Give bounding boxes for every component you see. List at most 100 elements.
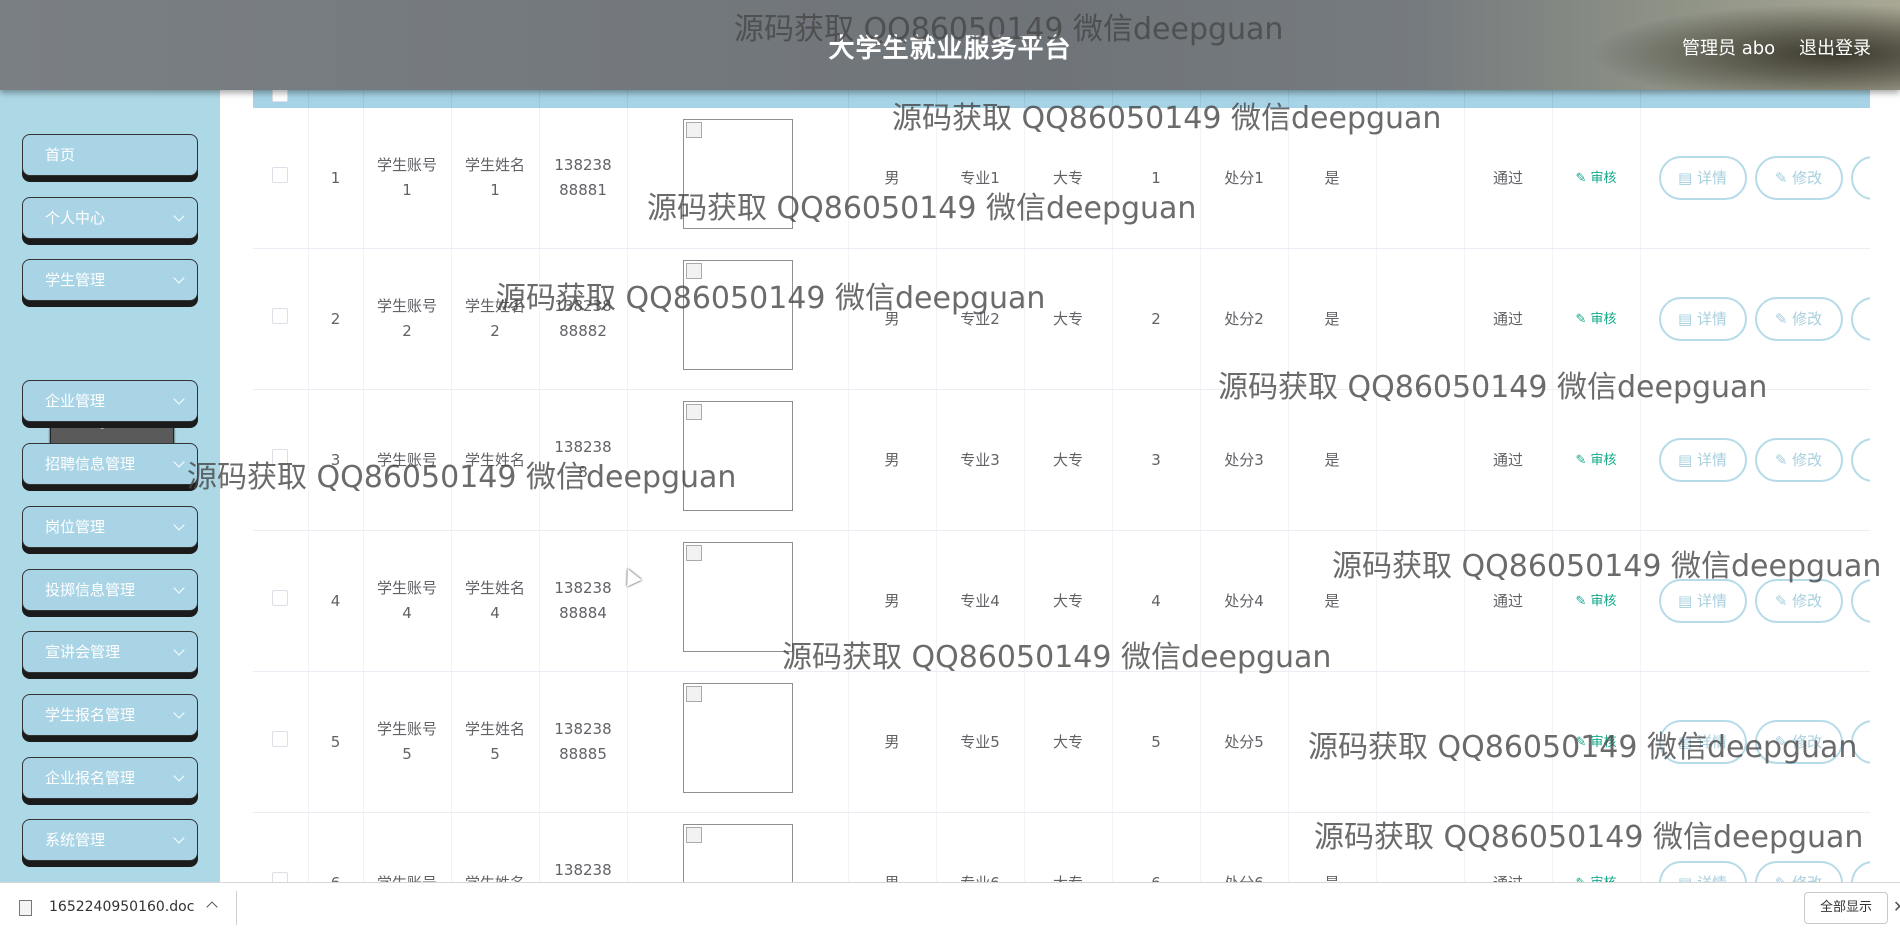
document-icon: ▤ bbox=[1678, 310, 1693, 328]
audit-button[interactable]: ✎ 审核 bbox=[1575, 594, 1616, 609]
cell-index: 3 bbox=[308, 389, 364, 531]
student-photo bbox=[682, 683, 793, 793]
cell-grade: 1 bbox=[1112, 108, 1201, 249]
sidebar-item-company-signup-management[interactable]: 企业报名管理 bbox=[22, 757, 198, 799]
cell-index: 1 bbox=[308, 108, 364, 249]
show-all-button[interactable]: 全部显示 bbox=[1804, 892, 1888, 924]
audit-button[interactable]: ✎ 审核 bbox=[1575, 312, 1616, 327]
sidebar-item-student-signup-management[interactable]: 学生报名管理 bbox=[22, 694, 198, 736]
sidebar-item-home[interactable]: 首页 bbox=[22, 134, 198, 176]
sidebar-item-label: 岗位管理 bbox=[45, 518, 106, 536]
audit-label: 审核 bbox=[1590, 735, 1617, 750]
sidebar-item-label: 学生管理 bbox=[45, 271, 106, 289]
cell-flag: 是 bbox=[1288, 530, 1377, 672]
cell-major: 专业6 bbox=[936, 812, 1025, 882]
cell-name: 学生姓名5 bbox=[451, 671, 540, 813]
cell-status: 通过 bbox=[1464, 248, 1553, 390]
sidebar-item-system-management[interactable]: 系统管理 bbox=[22, 819, 198, 861]
delete-button[interactable] bbox=[1850, 861, 1870, 882]
sidebar-item-company-management[interactable]: 企业管理 bbox=[22, 380, 198, 422]
detail-button[interactable]: ▤ 详情 bbox=[1658, 579, 1747, 623]
cell-name: 学生姓名2 bbox=[451, 248, 540, 390]
delete-button[interactable] bbox=[1850, 720, 1870, 764]
sidebar-item-label: 宣讲会管理 bbox=[45, 643, 121, 661]
row-checkbox[interactable] bbox=[272, 166, 289, 183]
detail-button[interactable]: ▤ 详情 bbox=[1658, 438, 1747, 482]
sidebar-item-recruitment-management[interactable]: 招聘信息管理 bbox=[22, 443, 198, 485]
cell-photo bbox=[627, 248, 849, 390]
sidebar-item-personal-center[interactable]: 个人中心 bbox=[22, 197, 198, 239]
delete-button[interactable] bbox=[1850, 156, 1870, 200]
edit-icon: ✎ bbox=[1774, 310, 1788, 328]
document-icon bbox=[19, 900, 32, 916]
cell-reply bbox=[1376, 389, 1465, 531]
edit-button[interactable]: ✎ 修改 bbox=[1754, 861, 1843, 882]
detail-label: 详情 bbox=[1696, 592, 1727, 610]
edit-button[interactable]: ✎ 修改 bbox=[1754, 579, 1843, 623]
cell-reply bbox=[1376, 671, 1465, 813]
cell-photo bbox=[627, 389, 849, 531]
download-filename[interactable]: 1652240950160.doc bbox=[49, 899, 194, 915]
document-icon: ▤ bbox=[1678, 451, 1693, 469]
cell-account: 学生账号 bbox=[363, 812, 452, 882]
chevron-down-icon bbox=[173, 644, 185, 656]
row-checkbox[interactable] bbox=[272, 589, 289, 606]
edit-button[interactable]: ✎ 修改 bbox=[1754, 438, 1843, 482]
detail-button[interactable]: ▤ 详情 bbox=[1658, 297, 1747, 341]
row-checkbox[interactable] bbox=[272, 448, 289, 465]
cell-major: 专业2 bbox=[936, 248, 1025, 390]
edit-button[interactable]: ✎ 修改 bbox=[1754, 720, 1843, 764]
audit-button[interactable]: ✎ 审核 bbox=[1575, 735, 1616, 750]
checkbox-cell[interactable] bbox=[253, 389, 309, 531]
cell-gender: 男 bbox=[848, 671, 937, 813]
delete-button[interactable] bbox=[1850, 438, 1870, 482]
cell-photo bbox=[627, 812, 849, 882]
detail-button[interactable]: ▤ 详情 bbox=[1658, 156, 1747, 200]
close-icon[interactable]: ✕ bbox=[1893, 897, 1900, 916]
edit-icon: ✎ bbox=[1575, 312, 1587, 327]
logout-link[interactable]: 退出登录 bbox=[1799, 34, 1871, 60]
delete-button[interactable] bbox=[1850, 579, 1870, 623]
audit-label: 审核 bbox=[1590, 453, 1617, 468]
checkbox-cell[interactable] bbox=[253, 248, 309, 390]
cell-audit: ✎ 审核 bbox=[1552, 108, 1641, 249]
checkbox-cell[interactable] bbox=[253, 530, 309, 672]
edit-button[interactable]: ✎ 修改 bbox=[1754, 297, 1843, 341]
edit-button[interactable]: ✎ 修改 bbox=[1754, 156, 1843, 200]
row-checkbox[interactable] bbox=[272, 307, 289, 324]
cell-grade: 3 bbox=[1112, 389, 1201, 531]
edit-label: 修改 bbox=[1792, 169, 1823, 187]
checkbox-cell[interactable] bbox=[253, 812, 309, 882]
sidebar-item-position-management[interactable]: 岗位管理 bbox=[22, 506, 198, 548]
cell-status: 通过 bbox=[1464, 530, 1553, 672]
cell-punish: 处分6 bbox=[1200, 812, 1289, 882]
cell-punish: 处分2 bbox=[1200, 248, 1289, 390]
detail-button[interactable]: ▤ 详情 bbox=[1658, 720, 1747, 764]
row-checkbox[interactable] bbox=[272, 871, 289, 882]
cell-account: 学生账号5 bbox=[363, 671, 452, 813]
edit-icon: ✎ bbox=[1575, 594, 1587, 609]
delete-button[interactable] bbox=[1850, 297, 1870, 341]
sidebar: 首页 个人中心 学生管理 学生 企业管理 招聘信息管理 岗位管理 投掷信息管理 … bbox=[0, 90, 220, 882]
checkbox-cell[interactable] bbox=[253, 108, 309, 249]
checkbox-cell[interactable] bbox=[253, 671, 309, 813]
cell-photo bbox=[627, 108, 849, 249]
cell-grade: 2 bbox=[1112, 248, 1201, 390]
cell-photo bbox=[627, 671, 849, 813]
edit-icon: ✎ bbox=[1575, 735, 1587, 750]
audit-button[interactable]: ✎ 审核 bbox=[1575, 171, 1616, 186]
sidebar-item-student-management[interactable]: 学生管理 bbox=[22, 259, 198, 301]
cell-punish: 处分1 bbox=[1200, 108, 1289, 249]
detail-button[interactable]: ▤ 详情 bbox=[1658, 861, 1747, 882]
sidebar-item-seminar-management[interactable]: 宣讲会管理 bbox=[22, 631, 198, 673]
cell-gender: 男 bbox=[848, 812, 937, 882]
cell-operations: ▤ 详情 ✎ 修改 bbox=[1640, 812, 1870, 882]
document-icon: ▤ bbox=[1678, 592, 1693, 610]
chevron-up-icon[interactable] bbox=[206, 901, 218, 913]
sidebar-item-label: 投掷信息管理 bbox=[45, 581, 136, 599]
row-checkbox[interactable] bbox=[272, 730, 289, 747]
audit-button[interactable]: ✎ 审核 bbox=[1575, 453, 1616, 468]
cell-status: 通过 bbox=[1464, 389, 1553, 531]
edit-icon: ✎ bbox=[1774, 451, 1788, 469]
sidebar-item-application-management[interactable]: 投掷信息管理 bbox=[22, 569, 198, 611]
